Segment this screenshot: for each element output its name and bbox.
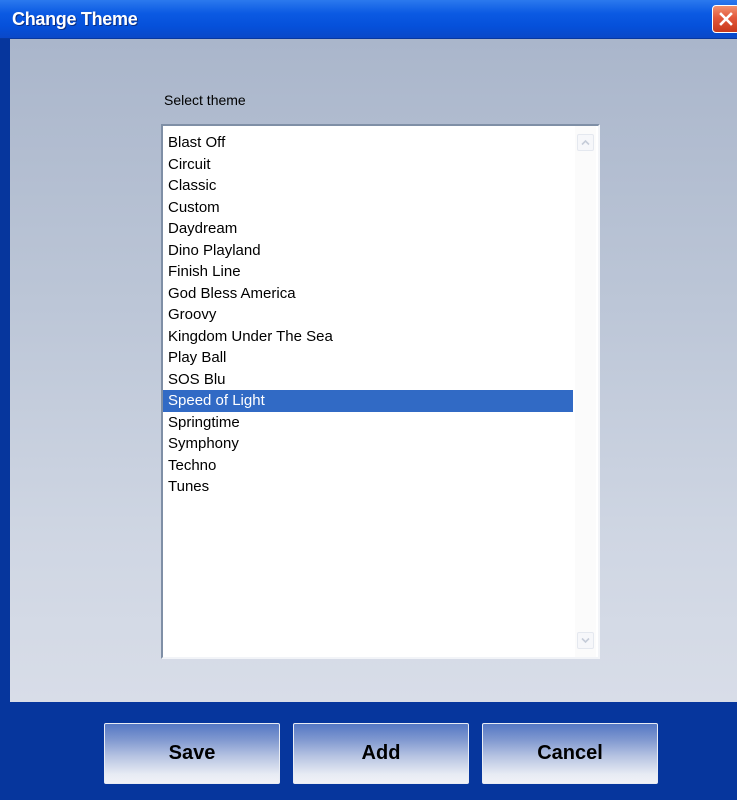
- theme-list-item[interactable]: Speed of Light: [163, 390, 573, 412]
- select-theme-label: Select theme: [164, 92, 246, 108]
- theme-list-item[interactable]: Finish Line: [163, 261, 573, 283]
- theme-list-item[interactable]: Circuit: [163, 154, 573, 176]
- chevron-up-icon: [581, 139, 590, 146]
- change-theme-dialog: Change Theme Select theme Blast Off Circu…: [0, 0, 737, 800]
- close-icon: [719, 12, 733, 26]
- scroll-down-button[interactable]: [577, 632, 594, 649]
- title-bar[interactable]: Change Theme: [0, 0, 737, 39]
- theme-list-item[interactable]: Techno: [163, 455, 573, 477]
- close-button[interactable]: [712, 5, 737, 33]
- theme-listbox[interactable]: Blast Off Circuit Classic Custom Daydream Din…: [161, 124, 600, 659]
- theme-list-item[interactable]: Custom: [163, 197, 573, 219]
- theme-list-item[interactable]: Tunes: [163, 476, 573, 498]
- add-button[interactable]: Add: [293, 723, 469, 784]
- button-bar: Save Add Cancel: [0, 702, 737, 800]
- theme-list-item[interactable]: Kingdom Under The Sea: [163, 326, 573, 348]
- scroll-up-button[interactable]: [577, 134, 594, 151]
- theme-list-item[interactable]: Groovy: [163, 304, 573, 326]
- theme-list-item[interactable]: God Bless America: [163, 283, 573, 305]
- theme-list: Blast Off Circuit Classic Custom Daydream Din…: [163, 132, 573, 498]
- theme-list-item[interactable]: Dino Playland: [163, 240, 573, 262]
- theme-list-item[interactable]: Classic: [163, 175, 573, 197]
- vertical-scrollbar[interactable]: [575, 126, 596, 657]
- theme-list-item[interactable]: Play Ball: [163, 347, 573, 369]
- theme-list-item[interactable]: Daydream: [163, 218, 573, 240]
- cancel-button[interactable]: Cancel: [482, 723, 658, 784]
- theme-list-item[interactable]: Blast Off: [163, 132, 573, 154]
- theme-list-item[interactable]: Springtime: [163, 412, 573, 434]
- chevron-down-icon: [581, 637, 590, 644]
- theme-list-item[interactable]: Symphony: [163, 433, 573, 455]
- theme-list-item[interactable]: SOS Blu: [163, 369, 573, 391]
- dialog-title: Change Theme: [12, 9, 138, 29]
- save-button[interactable]: Save: [104, 723, 280, 784]
